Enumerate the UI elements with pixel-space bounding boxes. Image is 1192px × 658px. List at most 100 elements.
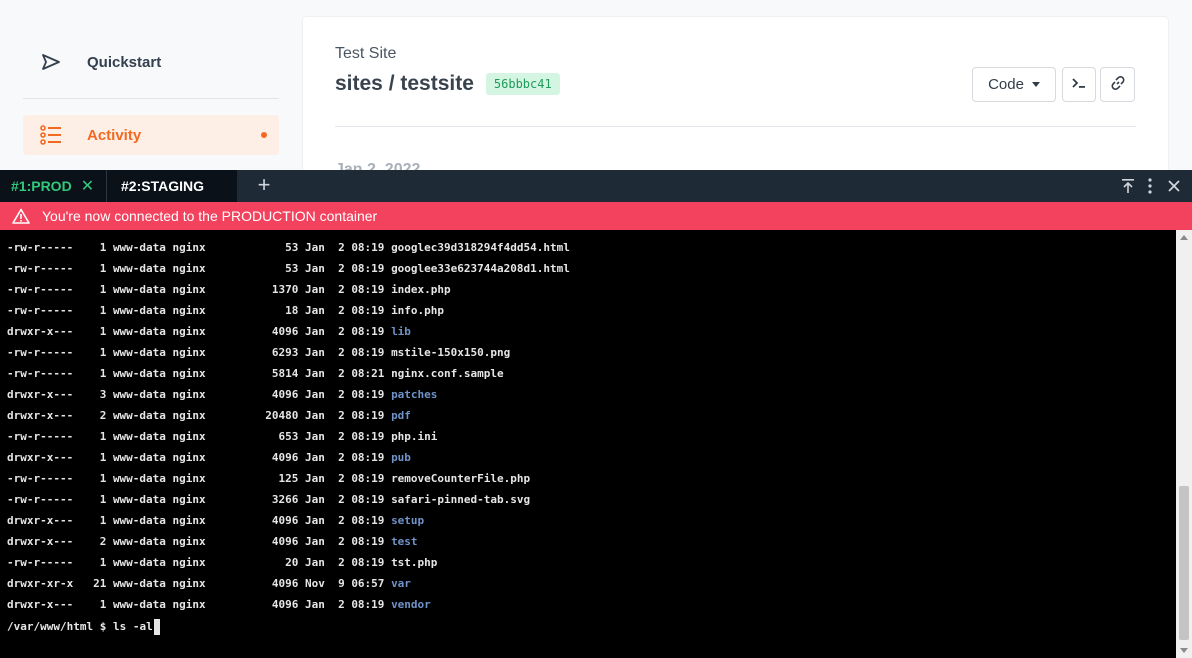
file-day: 2: [338, 535, 345, 548]
file-size: 3266: [271, 493, 299, 506]
terminal-line: drwxr-xr-x 21 www-data nginx 4096 Nov 9 06:57 v…: [7, 573, 411, 594]
file-permissions: -rw-r-----: [7, 430, 74, 443]
file-month: Jan: [304, 388, 325, 401]
file-day: 2: [338, 325, 345, 338]
file-name: info.php: [391, 304, 445, 317]
close-icon[interactable]: ✕: [81, 176, 94, 196]
file-owner: www-data: [112, 283, 166, 296]
file-permissions: -rw-r-----: [7, 304, 74, 317]
file-owner: www-data: [112, 514, 166, 527]
file-time: 08:21: [351, 367, 385, 380]
file-group: nginx: [172, 262, 206, 275]
commit-hash-badge: 56bbbc41: [485, 73, 560, 95]
link-count: 1: [99, 304, 107, 317]
file-time: 08:19: [351, 535, 385, 548]
code-dropdown-button[interactable]: Code: [972, 67, 1056, 102]
link-count: 2: [99, 409, 107, 422]
warning-icon: [12, 207, 30, 225]
scroll-thumb[interactable]: [1179, 486, 1189, 640]
sidebar-item-quickstart[interactable]: Quickstart: [23, 40, 279, 84]
file-time: 08:19: [351, 388, 385, 401]
scroll-down-icon[interactable]: [1180, 648, 1188, 653]
file-month: Jan: [304, 535, 325, 548]
file-time: 08:19: [351, 262, 385, 275]
file-time: 08:19: [351, 472, 385, 485]
directory-name: lib: [391, 325, 411, 338]
file-group: nginx: [172, 283, 206, 296]
scroll-up-icon[interactable]: [1180, 235, 1188, 240]
terminal-line: drwxr-x--- 2 www-data nginx 4096 Jan 2 08:19 te…: [7, 531, 418, 552]
file-owner: www-data: [112, 598, 166, 611]
file-name: safari-pinned-tab.svg: [391, 493, 531, 506]
file-group: nginx: [172, 409, 206, 422]
file-group: nginx: [172, 346, 206, 359]
more-vertical-icon[interactable]: [1140, 176, 1160, 196]
directory-name: var: [391, 577, 411, 590]
file-owner: www-data: [112, 577, 166, 590]
file-month: Jan: [304, 472, 325, 485]
file-month: Jan: [304, 325, 325, 338]
terminal-scrollbar[interactable]: [1176, 230, 1192, 658]
tab-prod[interactable]: #1:PROD ✕: [0, 170, 106, 202]
file-owner: www-data: [112, 241, 166, 254]
file-size: 4096: [271, 598, 299, 611]
file-permissions: drwxr-x---: [7, 325, 74, 338]
file-size: 4096: [271, 451, 299, 464]
file-month: Jan: [304, 514, 325, 527]
file-time: 08:19: [351, 451, 385, 464]
file-size: 5814: [271, 367, 299, 380]
file-size: 53: [285, 262, 299, 275]
terminal-line: -rw-r----- 1 www-data nginx 653 Jan 2 08:19 php…: [7, 426, 437, 447]
terminal-line: -rw-r----- 1 www-data nginx 20 Jan 2 08:19 tst.…: [7, 552, 437, 573]
terminal-tabbar: #1:PROD ✕ #2:STAGING +: [0, 170, 1192, 202]
link-count: 1: [99, 346, 107, 359]
link-count: 1: [99, 430, 107, 443]
file-group: nginx: [172, 241, 206, 254]
file-day: 2: [338, 430, 345, 443]
file-month: Jan: [304, 241, 325, 254]
file-size: 4096: [271, 514, 299, 527]
file-time: 08:19: [351, 598, 385, 611]
terminal-panel: #1:PROD ✕ #2:STAGING + You're now connec…: [0, 170, 1192, 658]
send-icon: [39, 50, 63, 74]
maximize-icon[interactable]: [1118, 176, 1138, 196]
file-owner: www-data: [112, 325, 166, 338]
copy-link-button[interactable]: [1100, 67, 1135, 102]
sidebar-item-activity[interactable]: Activity: [23, 115, 279, 155]
file-day: 2: [338, 472, 345, 485]
tab-staging[interactable]: #2:STAGING: [106, 170, 237, 202]
file-group: nginx: [172, 556, 206, 569]
file-size: 4096: [271, 325, 299, 338]
site-card: Test Site sites / testsite 56bbbc41 Code…: [303, 17, 1168, 178]
file-permissions: -rw-r-----: [7, 367, 74, 380]
terminal-line: -rw-r----- 1 www-data nginx 3266 Jan 2 08:19 sa…: [7, 489, 530, 510]
file-time: 08:19: [351, 325, 385, 338]
file-permissions: drwxr-x---: [7, 451, 74, 464]
file-size: 1370: [271, 283, 299, 296]
terminal-button[interactable]: [1062, 67, 1096, 102]
file-group: nginx: [172, 388, 206, 401]
file-time: 08:19: [351, 493, 385, 506]
terminal-prompt-line[interactable]: /var/www/html $ ls -al: [7, 616, 160, 637]
terminal-prompt: /var/www/html $: [7, 620, 107, 633]
file-owner: www-data: [112, 409, 166, 422]
terminal-line: -rw-r----- 1 www-data nginx 18 Jan 2 08:19 info…: [7, 300, 444, 321]
add-tab-icon[interactable]: +: [253, 172, 275, 197]
file-time: 08:19: [351, 430, 385, 443]
terminal-line: -rw-r----- 1 www-data nginx 125 Jan 2 08:19 rem…: [7, 468, 530, 489]
link-count: 3: [99, 388, 107, 401]
terminal-line: drwxr-x--- 2 www-data nginx 20480 Jan 2 08:19 p…: [7, 405, 411, 426]
file-name: googlec39d318294f4dd54.html: [391, 241, 570, 254]
sidebar-item-label: Activity: [87, 126, 142, 144]
file-day: 2: [338, 241, 345, 254]
file-name: tst.php: [391, 556, 438, 569]
file-permissions: drwxr-x---: [7, 598, 74, 611]
file-day: 2: [338, 262, 345, 275]
file-time: 08:19: [351, 409, 385, 422]
code-button-label: Code: [988, 76, 1024, 93]
terminal-output[interactable]: -rw-r----- 1 www-data nginx 53 Jan 2 08:19 goog…: [0, 230, 1176, 658]
close-terminal-icon[interactable]: [1164, 176, 1184, 196]
file-size: 4096: [271, 535, 299, 548]
file-size: 6293: [271, 346, 299, 359]
file-size: 18: [285, 304, 299, 317]
